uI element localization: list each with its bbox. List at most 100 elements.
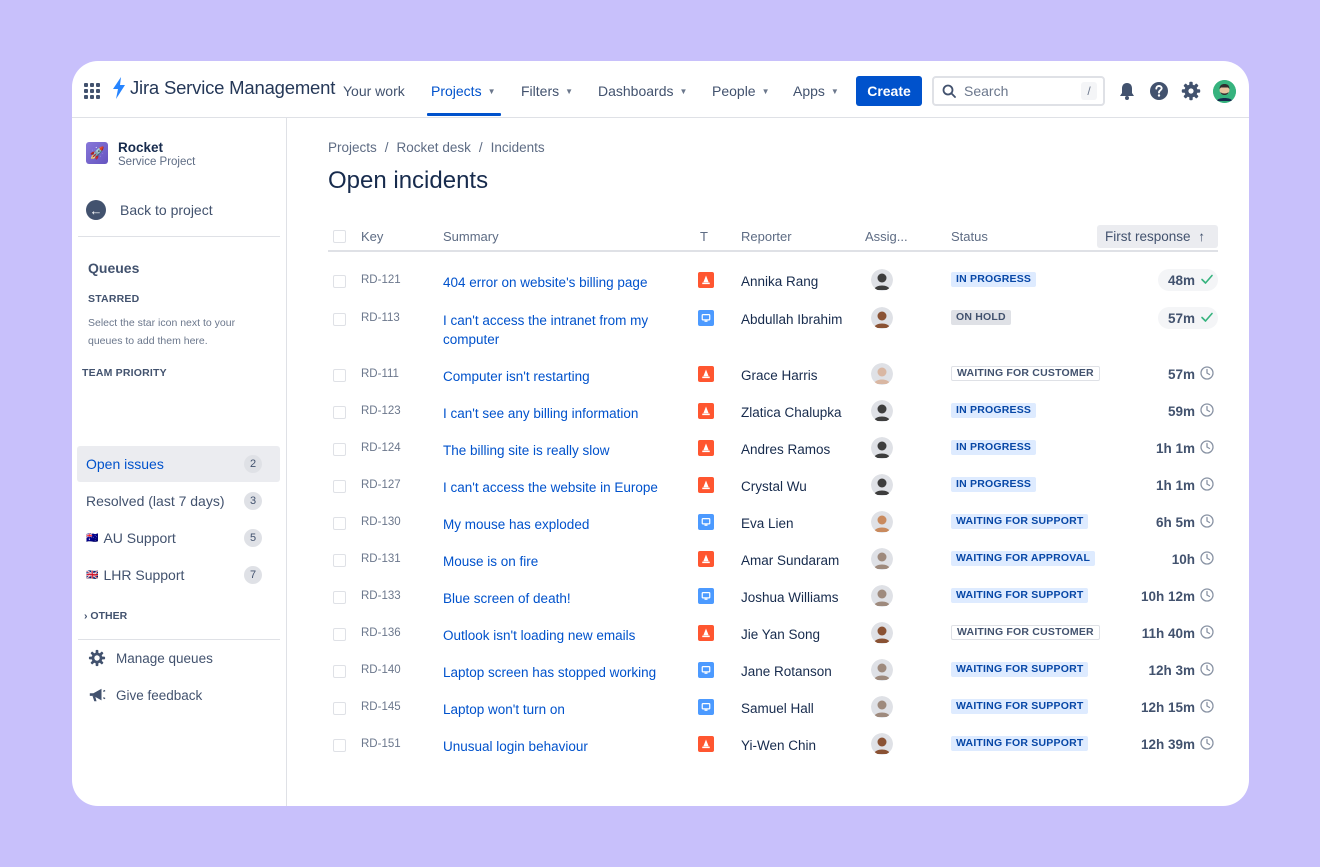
table-row[interactable]: RD-111 Computer isn't restarting Grace Har…: [328, 363, 1218, 400]
status-lozenge[interactable]: WAITING FOR SUPPORT: [951, 588, 1089, 603]
row-checkbox[interactable]: [333, 275, 346, 288]
assignee-avatar[interactable]: [871, 474, 893, 496]
status-lozenge[interactable]: WAITING FOR CUSTOMER: [951, 366, 1100, 381]
issue-key[interactable]: RD-145: [361, 701, 401, 713]
status-lozenge[interactable]: WAITING FOR APPROVAL: [951, 551, 1096, 566]
issue-summary-link[interactable]: The billing site is really slow: [443, 441, 683, 460]
table-row[interactable]: RD-127 I can't access the website in Euro…: [328, 474, 1218, 511]
row-checkbox[interactable]: [333, 665, 346, 678]
status-lozenge[interactable]: WAITING FOR SUPPORT: [951, 514, 1089, 529]
status-lozenge[interactable]: IN PROGRESS: [951, 403, 1037, 418]
table-row[interactable]: RD-145 Laptop won't turn on Samuel Hall WAI…: [328, 696, 1218, 733]
issue-key[interactable]: RD-130: [361, 516, 401, 528]
nav-dashboards[interactable]: Dashboards ▼: [598, 83, 687, 99]
issue-summary-link[interactable]: Mouse is on fire: [443, 552, 683, 571]
status-lozenge[interactable]: IN PROGRESS: [951, 272, 1037, 287]
row-checkbox[interactable]: [333, 443, 346, 456]
queue-item-open-issues[interactable]: Open issues 2: [77, 446, 280, 482]
table-row[interactable]: RD-113 I can't access the intranet from m…: [328, 307, 1218, 347]
column-status[interactable]: Status: [951, 229, 988, 244]
status-lozenge[interactable]: WAITING FOR SUPPORT: [951, 736, 1089, 751]
notifications-icon[interactable]: [1116, 80, 1138, 102]
queue-item-resolved[interactable]: Resolved (last 7 days) 3: [77, 483, 280, 519]
issue-key[interactable]: RD-127: [361, 479, 401, 491]
back-to-project-link[interactable]: ← Back to project: [86, 200, 213, 220]
nav-apps[interactable]: Apps ▼: [793, 83, 839, 99]
table-row[interactable]: RD-130 My mouse has exploded Eva Lien WAITI…: [328, 511, 1218, 548]
row-checkbox[interactable]: [333, 702, 346, 715]
status-lozenge[interactable]: IN PROGRESS: [951, 477, 1037, 492]
column-key[interactable]: Key: [361, 229, 383, 244]
queue-item-lhr-support[interactable]: 🇬🇧 LHR Support 7: [77, 557, 280, 593]
issue-summary-link[interactable]: My mouse has exploded: [443, 515, 683, 534]
table-row[interactable]: RD-136 Outlook isn't loading new emails Ji…: [328, 622, 1218, 659]
queue-item-au-support[interactable]: 🇦🇺 AU Support 5: [77, 520, 280, 556]
row-checkbox[interactable]: [333, 739, 346, 752]
issue-summary-link[interactable]: Laptop won't turn on: [443, 700, 683, 719]
create-button[interactable]: Create: [856, 76, 922, 106]
nav-filters[interactable]: Filters ▼: [521, 83, 573, 99]
settings-gear-icon[interactable]: [1180, 80, 1202, 102]
issue-key[interactable]: RD-151: [361, 738, 401, 750]
manage-queues-link[interactable]: Manage queues: [88, 649, 213, 667]
assignee-avatar[interactable]: [871, 659, 893, 681]
status-lozenge[interactable]: WAITING FOR CUSTOMER: [951, 625, 1100, 640]
issue-summary-link[interactable]: I can't access the website in Europe: [443, 478, 683, 497]
assignee-avatar[interactable]: [871, 733, 893, 755]
issue-summary-link[interactable]: 404 error on website's billing page: [443, 273, 683, 292]
assignee-avatar[interactable]: [871, 511, 893, 533]
row-checkbox[interactable]: [333, 628, 346, 641]
column-type[interactable]: T: [700, 229, 708, 244]
row-checkbox[interactable]: [333, 554, 346, 567]
issue-summary-link[interactable]: Computer isn't restarting: [443, 367, 683, 386]
help-icon[interactable]: [1148, 80, 1170, 102]
assignee-avatar[interactable]: [871, 269, 893, 291]
issue-key[interactable]: RD-131: [361, 553, 401, 565]
status-lozenge[interactable]: WAITING FOR SUPPORT: [951, 699, 1089, 714]
user-avatar[interactable]: [1213, 80, 1236, 103]
issue-key[interactable]: RD-113: [361, 312, 400, 324]
assignee-avatar[interactable]: [871, 307, 893, 329]
issue-summary-link[interactable]: I can't access the intranet from my comp…: [443, 311, 683, 349]
column-summary[interactable]: Summary: [443, 229, 499, 244]
issue-key[interactable]: RD-136: [361, 627, 401, 639]
issue-summary-link[interactable]: Outlook isn't loading new emails: [443, 626, 683, 645]
other-queues-toggle[interactable]: › OTHER: [84, 610, 127, 622]
table-row[interactable]: RD-151 Unusual login behaviour Yi-Wen Chin…: [328, 733, 1218, 770]
search-input[interactable]: Search /: [932, 76, 1105, 106]
assignee-avatar[interactable]: [871, 548, 893, 570]
status-lozenge[interactable]: ON HOLD: [951, 310, 1011, 325]
give-feedback-link[interactable]: Give feedback: [88, 686, 202, 704]
issue-key[interactable]: RD-121: [361, 274, 401, 286]
assignee-avatar[interactable]: [871, 585, 893, 607]
assignee-avatar[interactable]: [871, 400, 893, 422]
assignee-avatar[interactable]: [871, 363, 893, 385]
breadcrumb-item[interactable]: Projects: [328, 140, 377, 155]
table-row[interactable]: RD-124 The billing site is really slow And…: [328, 437, 1218, 474]
row-checkbox[interactable]: [333, 480, 346, 493]
column-assignee[interactable]: Assig...: [865, 229, 908, 244]
status-lozenge[interactable]: IN PROGRESS: [951, 440, 1037, 455]
table-row[interactable]: RD-121 404 error on website's billing pag…: [328, 269, 1218, 306]
issue-key[interactable]: RD-124: [361, 442, 401, 454]
breadcrumb-item[interactable]: Rocket desk: [397, 140, 471, 155]
nav-projects[interactable]: Projects ▼: [431, 83, 496, 99]
column-reporter[interactable]: Reporter: [741, 229, 792, 244]
product-logo[interactable]: Jira Service Management: [111, 77, 335, 99]
nav-your-work[interactable]: Your work: [343, 83, 405, 99]
row-checkbox[interactable]: [333, 313, 346, 326]
row-checkbox[interactable]: [333, 517, 346, 530]
row-checkbox[interactable]: [333, 406, 346, 419]
assignee-avatar[interactable]: [871, 437, 893, 459]
issue-summary-link[interactable]: I can't see any billing information: [443, 404, 683, 423]
nav-people[interactable]: People ▼: [712, 83, 770, 99]
table-row[interactable]: RD-133 Blue screen of death! Joshua Willia…: [328, 585, 1218, 622]
issue-key[interactable]: RD-140: [361, 664, 401, 676]
issue-key[interactable]: RD-111: [361, 368, 399, 380]
select-all-checkbox[interactable]: [333, 230, 346, 243]
row-checkbox[interactable]: [333, 591, 346, 604]
table-row[interactable]: RD-123 I can't see any billing informatio…: [328, 400, 1218, 437]
column-first-response[interactable]: First response ↑: [1097, 225, 1218, 248]
issue-summary-link[interactable]: Unusual login behaviour: [443, 737, 683, 756]
issue-key[interactable]: RD-133: [361, 590, 401, 602]
